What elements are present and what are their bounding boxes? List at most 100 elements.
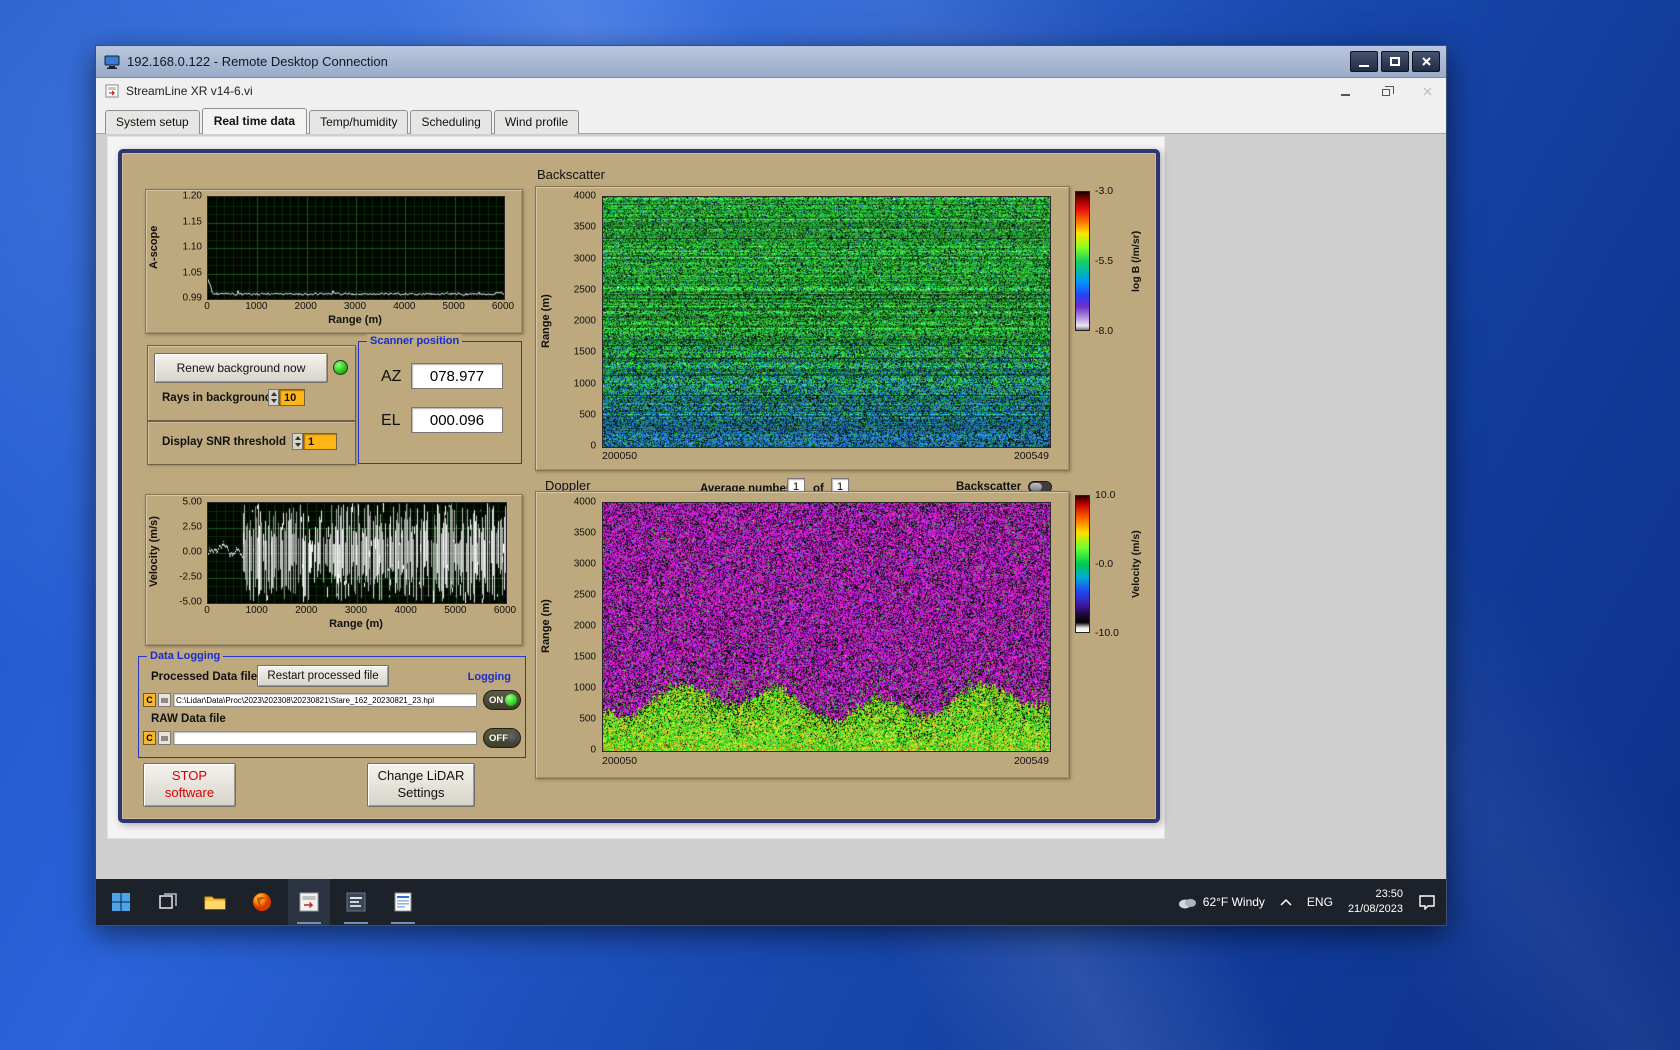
a-scope-x-ticks: 0 1000 2000 3000 4000 5000 6000 [204,301,515,312]
rays-in-background-field[interactable]: 10 [279,389,305,406]
task-view-button[interactable] [147,879,189,925]
taskbar-clock[interactable]: 23:50 21/08/2023 [1348,887,1403,917]
streamline-app-button[interactable] [288,879,330,925]
logging-label: Logging [467,671,511,683]
maximize-icon [1390,57,1400,66]
raw-path-field[interactable] [173,731,477,745]
raw-browse-button[interactable] [158,731,171,745]
doppler-graph: Range (m) 4000 3500 3000 2500 2000 1500 1000 50… [535,491,1070,779]
a-scope-x-axis-label: Range (m) [328,314,382,326]
change-lidar-settings-button[interactable]: Change LiDAR Settings [367,763,475,807]
tab-temp-humidity[interactable]: Temp/humidity [309,110,409,134]
velocity-x-ticks: 0 1000 2000 3000 4000 5000 6000 [204,605,517,616]
scan-scheduler-icon [346,892,366,912]
backscatter-colorbar-ticks: -3.0 -5.5 -8.0 [1095,185,1114,337]
data-logging-box: Data Logging Processed Data file Restart… [138,649,526,758]
tab-scheduling[interactable]: Scheduling [410,110,492,134]
a-scope-plot [207,196,505,300]
clock-date: 21/08/2023 [1347,903,1403,915]
clock-time: 23:50 [1375,888,1403,901]
az-value-field[interactable]: 078.977 [411,363,503,389]
el-label: EL [381,412,401,429]
velocity-graph: Velocity (m/s) 5.00 2.50 0.00 -2.50 -5.00 01… [145,494,523,646]
tab-system-setup[interactable]: System setup [105,110,200,134]
action-center-icon[interactable] [1418,894,1436,910]
processed-logging-toggle[interactable]: ON [483,690,521,710]
weather-text: 62°F Windy [1202,895,1265,909]
document-icon [394,892,412,912]
stop-button-line1: STOP [171,768,208,784]
cloud-icon [1178,899,1196,909]
app-close-button[interactable] [1410,79,1444,103]
system-tray: 62°F Windy ENG 23:50 21/08/2023 [1177,879,1436,925]
el-value-field[interactable]: 000.096 [411,407,503,433]
restart-processed-file-button[interactable]: Restart processed file [257,665,389,687]
renew-background-button[interactable]: Renew background now [154,353,328,383]
task-view-icon [159,893,177,909]
background-controls-box: Renew background now Rays in background … [147,345,356,421]
processed-drive-button[interactable]: C [143,693,156,707]
snr-threshold-label: Display SNR threshold [162,436,286,448]
doppler-x-start: 200050 [602,755,638,767]
backscatter-colorbar [1075,191,1090,331]
remote-desktop-icon [104,55,120,69]
snr-threshold-field[interactable]: 1 [303,433,337,450]
data-logging-title: Data Logging [147,649,224,663]
stop-button-line2: software [164,785,215,800]
decrement-icon [294,443,301,448]
decrement-icon [270,399,277,404]
scan-scheduler-button[interactable] [335,879,377,925]
increment-icon [294,435,301,440]
app-restore-button[interactable] [1369,79,1403,103]
rdp-maximize-button[interactable] [1381,51,1409,72]
velocity-x-axis-label: Range (m) [329,618,383,630]
a-scope-y-axis-label: A-scope [148,225,160,269]
firefox-button[interactable] [241,879,283,925]
document-app-button[interactable] [382,879,424,925]
app-titlebar[interactable]: StreamLine XR v14-6.vi [96,78,1446,104]
rdp-window: 192.168.0.122 - Remote Desktop Connectio… [95,45,1447,926]
rdp-window-title: 192.168.0.122 - Remote Desktop Connectio… [127,54,388,69]
processed-browse-button[interactable] [158,693,171,707]
rdp-minimize-button[interactable] [1350,51,1378,72]
stop-software-button[interactable]: STOP software [143,763,236,807]
desktop: 192.168.0.122 - Remote Desktop Connectio… [0,0,1680,1050]
tab-real-time-data[interactable]: Real time data [201,108,308,134]
doppler-plot [602,502,1051,752]
processed-path-field[interactable]: C:\Lidar\Data\Proc\2023\202308\20230821\… [173,693,477,707]
stepper-arrows[interactable] [268,389,279,406]
hidden-icons-chevron[interactable] [1280,898,1292,906]
toggle-led-off [508,732,517,744]
backscatter-x-end: 200549 [1013,450,1049,462]
doppler-colorbar [1075,495,1090,633]
velocity-y-axis-label: Velocity (m/s) [148,516,160,588]
windows-start-icon [112,893,130,911]
processed-data-file-label: Processed Data file [151,671,258,683]
backscatter-graph: Range (m) 4000 3500 3000 2500 2000 1500 1000 50… [535,186,1070,471]
doppler-x-range: 200050 200549 [602,755,1049,767]
rdp-close-button[interactable] [1412,51,1440,72]
minimize-icon [1340,94,1350,96]
language-indicator[interactable]: ENG [1307,895,1333,909]
weather-widget[interactable]: 62°F Windy [1177,895,1265,909]
backscatter-y-axis-label: Range (m) [540,294,552,348]
backscatter-x-start: 200050 [602,450,638,462]
tab-wind-profile[interactable]: Wind profile [493,110,580,134]
raw-logging-toggle[interactable]: OFF [483,728,521,748]
minimize-icon [1359,65,1369,67]
rdp-titlebar[interactable]: 192.168.0.122 - Remote Desktop Connectio… [96,46,1446,78]
vi-client-area: A-scope 1.20 1.15 1.10 1.05 0.99 0 1000 2000 30… [96,134,1446,879]
stepper-arrows[interactable] [292,433,303,450]
app-minimize-button[interactable] [1328,79,1362,103]
rdp-window-controls [1350,51,1440,72]
backscatter-title: Backscatter [537,167,605,182]
file-explorer-button[interactable] [194,879,236,925]
labview-vi-icon [105,84,119,98]
start-button[interactable] [100,879,142,925]
on-label: ON [489,694,504,706]
doppler-colorbar-label: Velocity (m/s) [1130,530,1142,598]
scanner-position-box: Scanner position AZ 078.977 EL 000.096 [358,334,522,464]
scanner-position-title: Scanner position [367,334,463,348]
raw-drive-button[interactable]: C [143,731,156,745]
snr-threshold-stepper: 1 [292,433,337,450]
